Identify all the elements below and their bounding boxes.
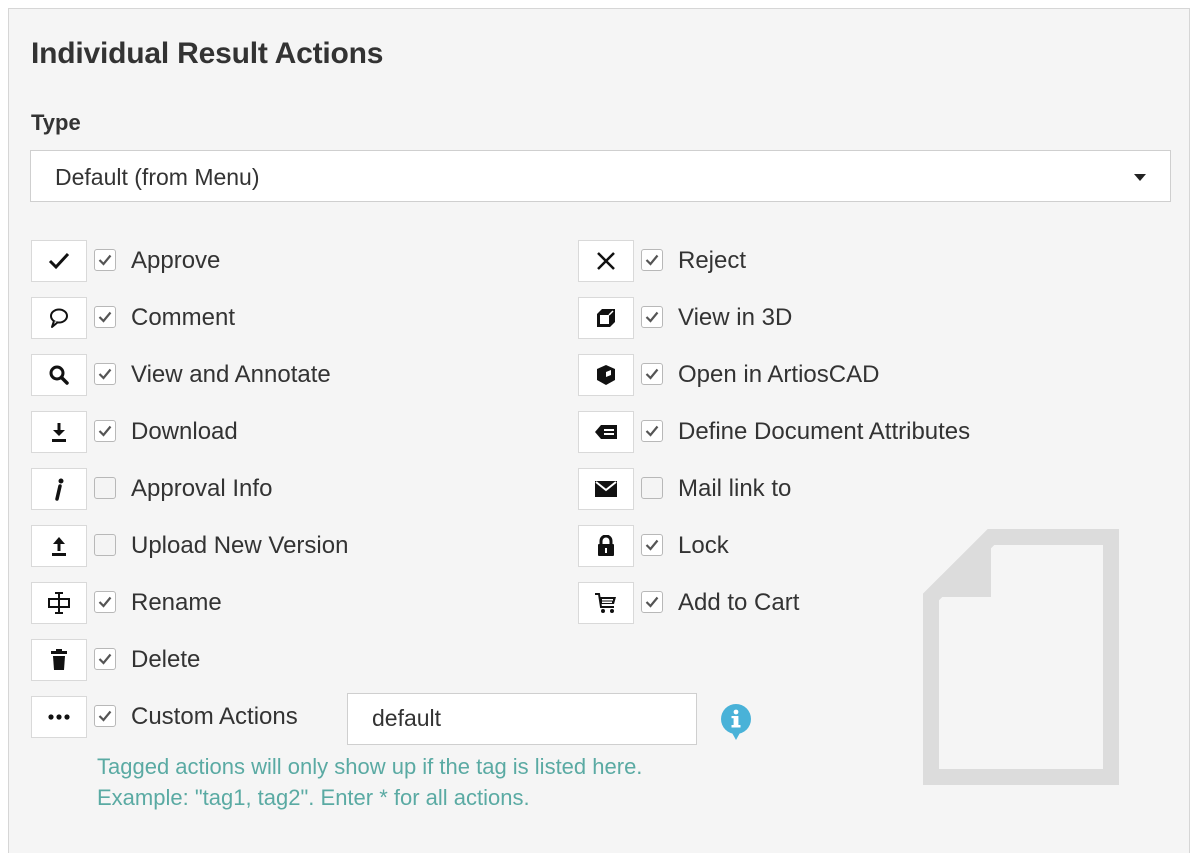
ellipsis-icon	[31, 696, 87, 738]
delete-label: Delete	[131, 646, 201, 673]
action-define-document-attributes: Define Document Attributes	[578, 411, 1058, 453]
panel-title: Individual Result Actions	[31, 37, 384, 70]
action-approve: Approve	[31, 240, 431, 282]
custom-actions-help: Tagged actions will only show up if the …	[97, 751, 642, 813]
trash-icon	[31, 639, 87, 681]
approval-info-checkbox[interactable]	[94, 477, 116, 499]
download-label: Download	[131, 418, 238, 445]
action-reject: Reject	[578, 240, 1058, 282]
rename-icon	[31, 582, 87, 624]
artioscad-icon	[578, 354, 634, 396]
lock-label: Lock	[678, 532, 729, 559]
view-in-3d-label: View in 3D	[678, 304, 793, 331]
approve-checkbox[interactable]	[94, 249, 116, 271]
view-and-annotate-checkbox[interactable]	[94, 363, 116, 385]
info-icon[interactable]	[719, 703, 753, 741]
action-custom-actions: Custom Actions	[31, 696, 351, 738]
open-in-artioscad-label: Open in ArtiosCAD	[678, 361, 880, 388]
upload-icon	[31, 525, 87, 567]
define-document-attributes-checkbox[interactable]	[641, 420, 663, 442]
action-comment: Comment	[31, 297, 431, 339]
rename-checkbox[interactable]	[94, 591, 116, 613]
type-select[interactable]: Default (from Menu)	[30, 150, 1171, 202]
upload-new-version-checkbox[interactable]	[94, 534, 116, 556]
type-select-value: Default (from Menu)	[55, 164, 260, 190]
type-label: Type	[31, 110, 81, 135]
help-line-1: Tagged actions will only show up if the …	[97, 754, 643, 779]
delete-checkbox[interactable]	[94, 648, 116, 670]
custom-actions-checkbox[interactable]	[94, 705, 116, 727]
approve-label: Approve	[131, 247, 221, 274]
approval-info-label: Approval Info	[131, 475, 273, 502]
check-icon	[31, 240, 87, 282]
add-to-cart-label: Add to Cart	[678, 589, 800, 616]
cube-icon	[578, 297, 634, 339]
mail-link-to-label: Mail link to	[678, 475, 792, 502]
help-line-2: Example: "tag1, tag2". Enter * for all a…	[97, 785, 530, 810]
lock-icon	[578, 525, 634, 567]
comment-icon	[31, 297, 87, 339]
comment-label: Comment	[131, 304, 236, 331]
mail-link-to-checkbox[interactable]	[641, 477, 663, 499]
rename-label: Rename	[131, 589, 222, 616]
action-delete: Delete	[31, 639, 431, 681]
action-download: Download	[31, 411, 431, 453]
cart-icon	[578, 582, 634, 624]
lock-checkbox[interactable]	[641, 534, 663, 556]
action-approval-info: Approval Info	[31, 468, 431, 510]
action-rename: Rename	[31, 582, 431, 624]
comment-checkbox[interactable]	[94, 306, 116, 328]
action-view-in-3d: View in 3D	[578, 297, 1058, 339]
open-in-artioscad-checkbox[interactable]	[641, 363, 663, 385]
chevron-down-icon	[1134, 174, 1146, 181]
reject-checkbox[interactable]	[641, 249, 663, 271]
search-icon	[31, 354, 87, 396]
individual-result-actions-panel: Individual Result Actions Type Default (…	[8, 8, 1190, 853]
custom-actions-label: Custom Actions	[131, 703, 298, 730]
action-add-to-cart: Add to Cart	[578, 582, 1058, 624]
action-open-in-artioscad: Open in ArtiosCAD	[578, 354, 1058, 396]
action-mail-link-to: Mail link to	[578, 468, 1058, 510]
custom-actions-input[interactable]: default	[347, 693, 697, 745]
download-checkbox[interactable]	[94, 420, 116, 442]
tag-icon	[578, 411, 634, 453]
view-and-annotate-label: View and Annotate	[131, 361, 331, 388]
action-lock: Lock	[578, 525, 1058, 567]
action-view-and-annotate: View and Annotate	[31, 354, 431, 396]
action-upload-new-version: Upload New Version	[31, 525, 431, 567]
info-italic-icon	[31, 468, 87, 510]
add-to-cart-checkbox[interactable]	[641, 591, 663, 613]
define-document-attributes-label: Define Document Attributes	[678, 418, 971, 445]
download-icon	[31, 411, 87, 453]
envelope-icon	[578, 468, 634, 510]
upload-new-version-label: Upload New Version	[131, 532, 349, 559]
view-in-3d-checkbox[interactable]	[641, 306, 663, 328]
reject-label: Reject	[678, 247, 747, 274]
close-icon	[578, 240, 634, 282]
